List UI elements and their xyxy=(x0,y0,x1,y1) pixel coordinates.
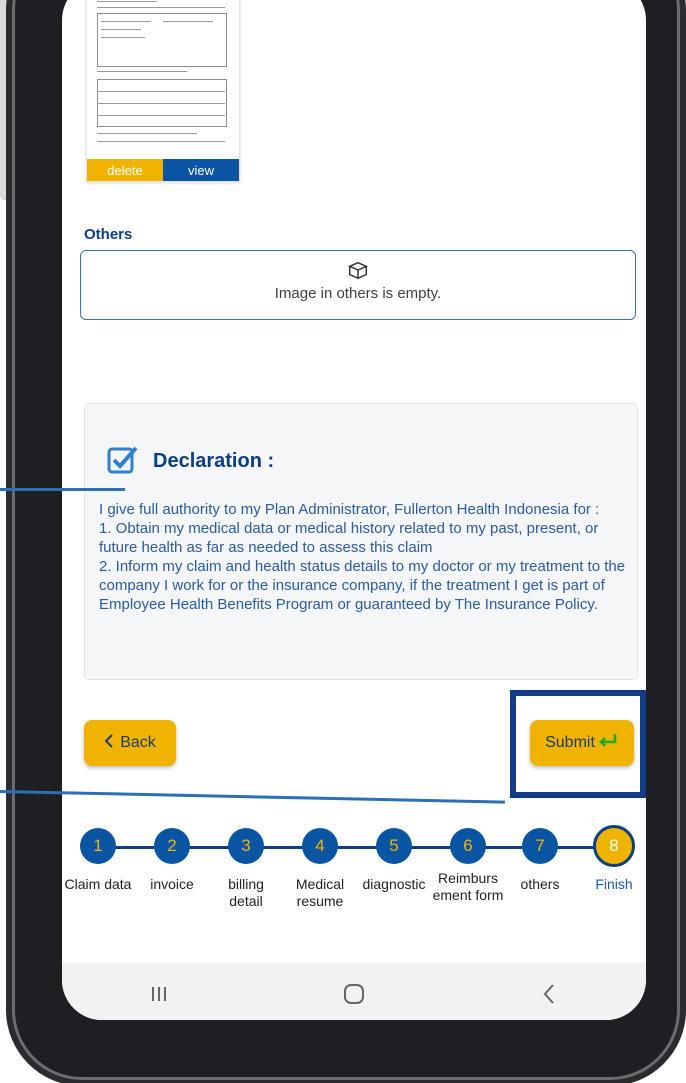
delete-button[interactable]: delete xyxy=(87,159,163,181)
step-billing-detail[interactable]: 3 billing detail xyxy=(210,828,282,910)
app-screen: delete view Others Image in others is em… xyxy=(62,0,646,1020)
declaration-panel: Declaration : I give full authority to m… xyxy=(84,403,638,680)
step-reimbursement-form[interactable]: 6 Reimburs ement form xyxy=(432,828,504,904)
step-label: invoice xyxy=(150,876,194,892)
step-label: Reimburs ement form xyxy=(432,870,504,903)
step-medical-resume[interactable]: 4 Medical resume xyxy=(284,828,356,910)
step-number: 4 xyxy=(302,828,338,864)
step-number: 5 xyxy=(376,828,412,864)
billing-document-thumbnail[interactable]: delete view xyxy=(86,0,240,182)
android-navigation-bar xyxy=(62,963,646,1020)
step-number-active: 8 xyxy=(593,825,635,867)
callout-line-declaration xyxy=(0,488,125,491)
view-button[interactable]: view xyxy=(163,159,239,181)
step-number: 6 xyxy=(450,828,486,864)
step-number: 3 xyxy=(228,828,264,864)
step-diagnostic[interactable]: 5 diagnostic xyxy=(358,828,430,893)
step-invoice[interactable]: 2 invoice xyxy=(136,828,208,893)
document-preview-image xyxy=(93,0,233,155)
step-label: Medical resume xyxy=(295,876,345,909)
others-empty-text: Image in others is empty. xyxy=(274,285,442,302)
declaration-text: I give full authority to my Plan Adminis… xyxy=(99,501,626,613)
chevron-left-icon xyxy=(104,733,114,753)
declaration-checkbox[interactable] xyxy=(107,444,139,479)
claim-progress-stepper: 1 Claim data 2 invoice 3 billing detail … xyxy=(62,825,646,928)
submit-highlight-frame xyxy=(510,690,646,798)
step-number: 7 xyxy=(522,828,558,864)
step-label: diagnostic xyxy=(362,876,426,892)
declaration-title: Declaration : xyxy=(153,450,275,472)
step-label-active: Finish xyxy=(595,876,633,892)
back-nav-icon[interactable] xyxy=(519,974,579,1014)
back-button[interactable]: Back xyxy=(84,720,176,766)
step-label: Claim data xyxy=(64,876,132,892)
step-finish[interactable]: 8 Finish xyxy=(578,825,646,893)
step-label: billing detail xyxy=(228,876,264,909)
step-label: others xyxy=(520,876,560,892)
step-number: 2 xyxy=(154,828,190,864)
step-claim-data[interactable]: 1 Claim data xyxy=(62,828,134,893)
step-others[interactable]: 7 others xyxy=(504,828,576,893)
box-icon xyxy=(81,259,635,281)
recent-apps-icon[interactable] xyxy=(129,974,189,1014)
phone-side-button xyxy=(0,0,10,200)
others-section-title: Others xyxy=(84,226,133,243)
back-button-label: Back xyxy=(120,734,156,751)
home-icon[interactable] xyxy=(324,974,384,1014)
step-number: 1 xyxy=(80,828,116,864)
others-empty-box: Image in others is empty. xyxy=(80,250,636,320)
